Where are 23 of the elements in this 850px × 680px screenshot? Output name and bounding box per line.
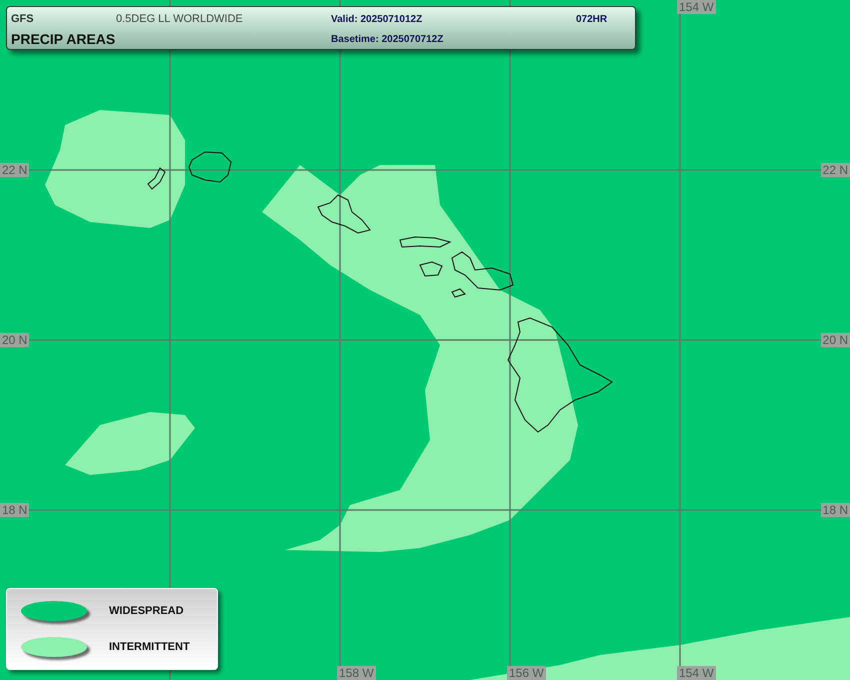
- chart-title: PRECIP AREAS: [11, 31, 116, 47]
- island-outline: [317, 194, 371, 234]
- legend-label: WIDESPREAD: [109, 605, 184, 617]
- longitude-label: 154 W: [677, 666, 716, 680]
- latitude-label: 20 N: [0, 333, 30, 347]
- island-outline: [399, 236, 452, 248]
- latitude-label: 20 N: [820, 333, 850, 347]
- island-outline: [188, 152, 232, 183]
- island-outline: [419, 261, 443, 277]
- base-time: Basetime: 2025070712Z: [331, 34, 444, 44]
- longitude-label: 156 W: [507, 666, 546, 680]
- legend-label: INTERMITTENT: [109, 641, 190, 653]
- latitude-label: 18 N: [0, 503, 30, 517]
- latitude-label: 22 N: [820, 163, 850, 177]
- island-outline: [147, 167, 166, 190]
- grid-name: 0.5DEG LL WORLDWIDE: [116, 13, 244, 25]
- longitude-label: 154 W: [677, 0, 716, 14]
- valid-time: Valid: 2025071012Z: [331, 14, 424, 24]
- forecast-hour: 072HR: [576, 14, 608, 24]
- model-name: GFS: [11, 13, 35, 25]
- latitude-label: 18 N: [820, 503, 850, 517]
- latitude-label: 22 N: [0, 163, 30, 177]
- longitude-label: 158 W: [337, 666, 376, 680]
